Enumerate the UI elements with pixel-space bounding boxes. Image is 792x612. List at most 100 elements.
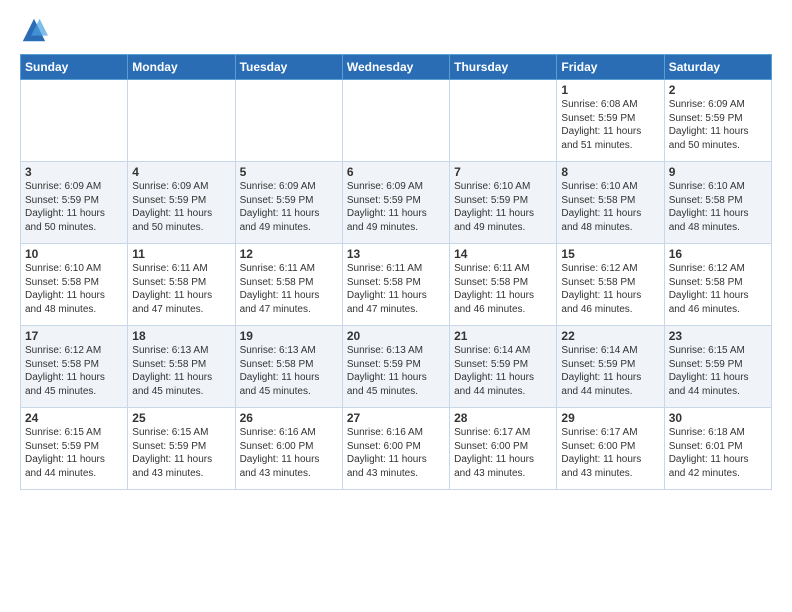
day-info: Sunrise: 6:18 AM Sunset: 6:01 PM Dayligh…: [669, 426, 767, 480]
day-number: 19: [240, 329, 338, 343]
calendar-cell: 5Sunrise: 6:09 AM Sunset: 5:59 PM Daylig…: [235, 162, 342, 244]
calendar-cell: 16Sunrise: 6:12 AM Sunset: 5:58 PM Dayli…: [664, 244, 771, 326]
calendar-cell: 25Sunrise: 6:15 AM Sunset: 5:59 PM Dayli…: [128, 408, 235, 490]
day-number: 17: [25, 329, 123, 343]
day-info: Sunrise: 6:12 AM Sunset: 5:58 PM Dayligh…: [561, 262, 659, 316]
day-number: 15: [561, 247, 659, 261]
day-number: 29: [561, 411, 659, 425]
day-number: 10: [25, 247, 123, 261]
calendar-cell: 17Sunrise: 6:12 AM Sunset: 5:58 PM Dayli…: [21, 326, 128, 408]
calendar-cell: 22Sunrise: 6:14 AM Sunset: 5:59 PM Dayli…: [557, 326, 664, 408]
calendar-cell: 11Sunrise: 6:11 AM Sunset: 5:58 PM Dayli…: [128, 244, 235, 326]
day-info: Sunrise: 6:11 AM Sunset: 5:58 PM Dayligh…: [240, 262, 338, 316]
day-info: Sunrise: 6:11 AM Sunset: 5:58 PM Dayligh…: [347, 262, 445, 316]
calendar-cell: 4Sunrise: 6:09 AM Sunset: 5:59 PM Daylig…: [128, 162, 235, 244]
day-number: 13: [347, 247, 445, 261]
day-info: Sunrise: 6:09 AM Sunset: 5:59 PM Dayligh…: [347, 180, 445, 234]
calendar-cell: 12Sunrise: 6:11 AM Sunset: 5:58 PM Dayli…: [235, 244, 342, 326]
week-row-4: 17Sunrise: 6:12 AM Sunset: 5:58 PM Dayli…: [21, 326, 772, 408]
calendar-cell: 3Sunrise: 6:09 AM Sunset: 5:59 PM Daylig…: [21, 162, 128, 244]
weekday-header-friday: Friday: [557, 55, 664, 80]
day-number: 20: [347, 329, 445, 343]
day-number: 28: [454, 411, 552, 425]
day-number: 6: [347, 165, 445, 179]
header: [20, 16, 772, 44]
calendar-cell: 14Sunrise: 6:11 AM Sunset: 5:58 PM Dayli…: [450, 244, 557, 326]
calendar-cell: 30Sunrise: 6:18 AM Sunset: 6:01 PM Dayli…: [664, 408, 771, 490]
week-row-2: 3 Sunrise: 6:09 AM Sunset: 5:59 PM Daylig…: [21, 162, 772, 244]
day-number: 21: [454, 329, 552, 343]
day-info: Sunrise: 6:10 AM Sunset: 5:58 PM Dayligh…: [669, 180, 767, 234]
calendar: SundayMondayTuesdayWednesdayThursdayFrid…: [20, 54, 772, 490]
day-number: 12: [240, 247, 338, 261]
day-info: Sunrise: 6:10 AM Sunset: 5:58 PM Dayligh…: [25, 262, 123, 316]
calendar-cell: [342, 80, 449, 162]
weekday-header-row: SundayMondayTuesdayWednesdayThursdayFrid…: [21, 55, 772, 80]
day-info: Sunrise: 6:14 AM Sunset: 5:59 PM Dayligh…: [454, 344, 552, 398]
day-number: 30: [669, 411, 767, 425]
calendar-cell: 18Sunrise: 6:13 AM Sunset: 5:58 PM Dayli…: [128, 326, 235, 408]
logo: [20, 16, 52, 44]
calendar-cell: 20Sunrise: 6:13 AM Sunset: 5:59 PM Dayli…: [342, 326, 449, 408]
calendar-cell: 2Sunrise: 6:09 AM Sunset: 5:59 PM Daylig…: [664, 80, 771, 162]
day-info: Sunrise: 6:13 AM Sunset: 5:58 PM Dayligh…: [240, 344, 338, 398]
calendar-cell: 26Sunrise: 6:16 AM Sunset: 6:00 PM Dayli…: [235, 408, 342, 490]
day-number: 16: [669, 247, 767, 261]
day-number: 3: [25, 165, 123, 179]
day-number: 9: [669, 165, 767, 179]
week-row-5: 24Sunrise: 6:15 AM Sunset: 5:59 PM Dayli…: [21, 408, 772, 490]
day-info: Sunrise: 6:10 AM Sunset: 5:59 PM Dayligh…: [454, 180, 552, 234]
day-info: Sunrise: 6:13 AM Sunset: 5:59 PM Dayligh…: [347, 344, 445, 398]
day-number: 4: [132, 165, 230, 179]
day-number: 24: [25, 411, 123, 425]
day-number: 8: [561, 165, 659, 179]
day-info: Sunrise: 6:12 AM Sunset: 5:58 PM Dayligh…: [25, 344, 123, 398]
day-number: 18: [132, 329, 230, 343]
day-info: Sunrise: 6:15 AM Sunset: 5:59 PM Dayligh…: [132, 426, 230, 480]
day-info: Sunrise: 6:11 AM Sunset: 5:58 PM Dayligh…: [132, 262, 230, 316]
day-info: Sunrise: 6:10 AM Sunset: 5:58 PM Dayligh…: [561, 180, 659, 234]
day-info: Sunrise: 6:17 AM Sunset: 6:00 PM Dayligh…: [454, 426, 552, 480]
calendar-cell: 7Sunrise: 6:10 AM Sunset: 5:59 PM Daylig…: [450, 162, 557, 244]
weekday-header-wednesday: Wednesday: [342, 55, 449, 80]
weekday-header-thursday: Thursday: [450, 55, 557, 80]
day-info: Sunrise: 6:16 AM Sunset: 6:00 PM Dayligh…: [347, 426, 445, 480]
day-info: Sunrise: 6:15 AM Sunset: 5:59 PM Dayligh…: [25, 426, 123, 480]
calendar-cell: 27Sunrise: 6:16 AM Sunset: 6:00 PM Dayli…: [342, 408, 449, 490]
weekday-header-tuesday: Tuesday: [235, 55, 342, 80]
day-info: Sunrise: 6:14 AM Sunset: 5:59 PM Dayligh…: [561, 344, 659, 398]
weekday-header-monday: Monday: [128, 55, 235, 80]
day-info: Sunrise: 6:13 AM Sunset: 5:58 PM Dayligh…: [132, 344, 230, 398]
calendar-cell: 21Sunrise: 6:14 AM Sunset: 5:59 PM Dayli…: [450, 326, 557, 408]
day-info: Sunrise: 6:09 AM Sunset: 5:59 PM Dayligh…: [669, 98, 767, 152]
calendar-cell: 8Sunrise: 6:10 AM Sunset: 5:58 PM Daylig…: [557, 162, 664, 244]
calendar-cell: 15Sunrise: 6:12 AM Sunset: 5:58 PM Dayli…: [557, 244, 664, 326]
calendar-cell: [21, 80, 128, 162]
day-info: Sunrise: 6:09 AM Sunset: 5:59 PM Dayligh…: [240, 180, 338, 234]
calendar-cell: 23Sunrise: 6:15 AM Sunset: 5:59 PM Dayli…: [664, 326, 771, 408]
week-row-3: 10Sunrise: 6:10 AM Sunset: 5:58 PM Dayli…: [21, 244, 772, 326]
day-info: Sunrise: 6:12 AM Sunset: 5:58 PM Dayligh…: [669, 262, 767, 316]
day-number: 5: [240, 165, 338, 179]
day-number: 11: [132, 247, 230, 261]
calendar-cell: 10Sunrise: 6:10 AM Sunset: 5:58 PM Dayli…: [21, 244, 128, 326]
day-info: Sunrise: 6:15 AM Sunset: 5:59 PM Dayligh…: [669, 344, 767, 398]
calendar-cell: 13Sunrise: 6:11 AM Sunset: 5:58 PM Dayli…: [342, 244, 449, 326]
logo-icon: [20, 16, 48, 44]
calendar-cell: 19Sunrise: 6:13 AM Sunset: 5:58 PM Dayli…: [235, 326, 342, 408]
day-number: 23: [669, 329, 767, 343]
calendar-cell: [450, 80, 557, 162]
week-row-1: 1Sunrise: 6:08 AM Sunset: 5:59 PM Daylig…: [21, 80, 772, 162]
day-number: 25: [132, 411, 230, 425]
day-number: 27: [347, 411, 445, 425]
day-info: Sunrise: 6:11 AM Sunset: 5:58 PM Dayligh…: [454, 262, 552, 316]
day-number: 7: [454, 165, 552, 179]
calendar-cell: [128, 80, 235, 162]
calendar-cell: 6Sunrise: 6:09 AM Sunset: 5:59 PM Daylig…: [342, 162, 449, 244]
day-number: 14: [454, 247, 552, 261]
day-number: 22: [561, 329, 659, 343]
day-info: Sunrise: 6:16 AM Sunset: 6:00 PM Dayligh…: [240, 426, 338, 480]
calendar-cell: 24Sunrise: 6:15 AM Sunset: 5:59 PM Dayli…: [21, 408, 128, 490]
calendar-cell: 29Sunrise: 6:17 AM Sunset: 6:00 PM Dayli…: [557, 408, 664, 490]
day-number: 26: [240, 411, 338, 425]
